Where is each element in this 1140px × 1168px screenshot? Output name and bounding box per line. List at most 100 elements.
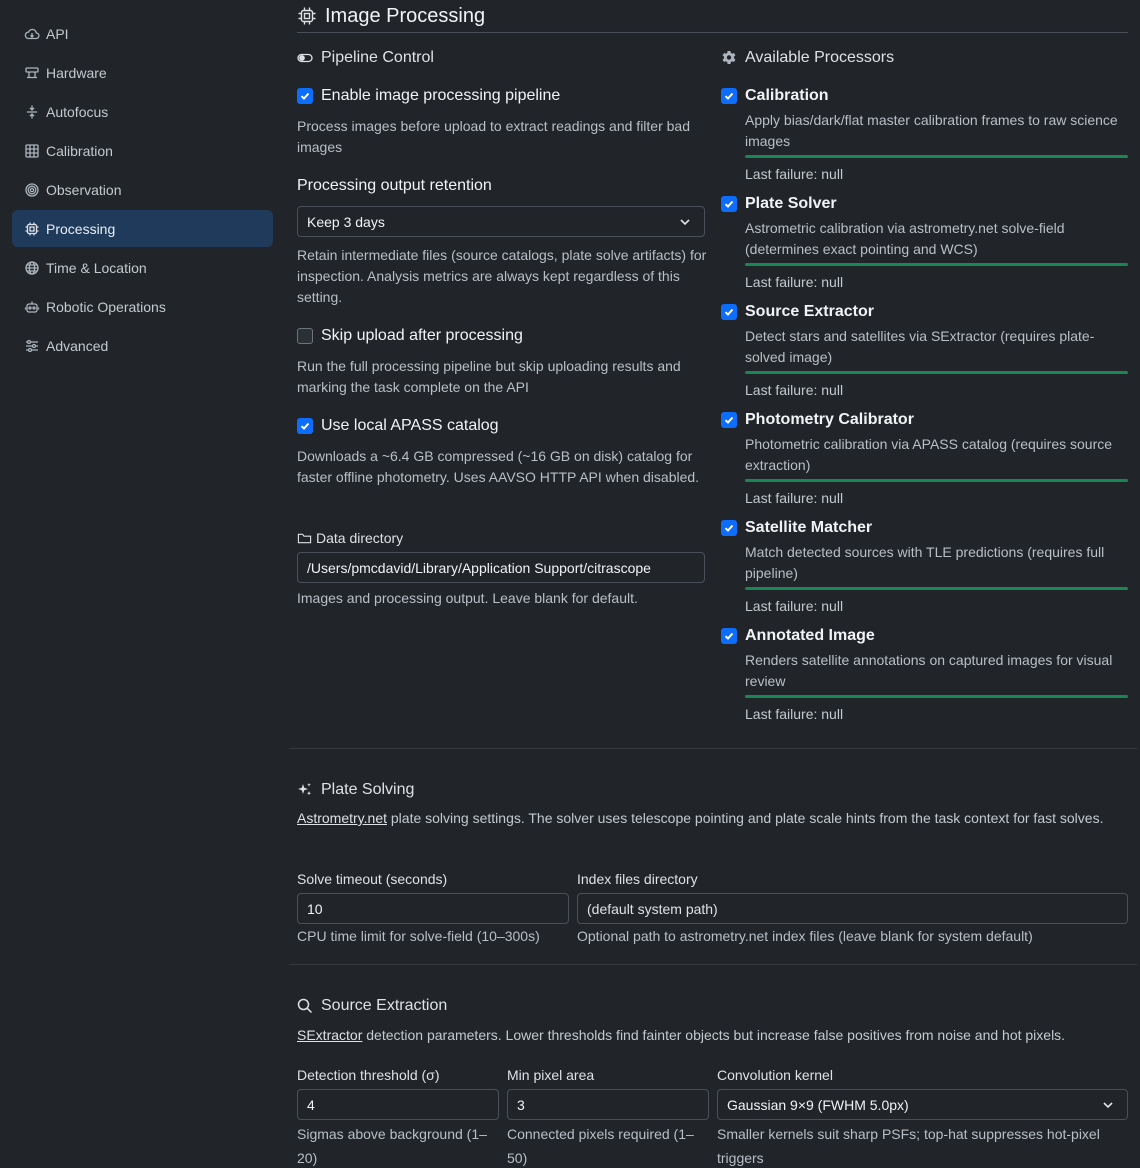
sidebar-item-hardware[interactable]: Hardware (12, 54, 273, 91)
apass-label: Use local APASS catalog (321, 417, 499, 434)
plate-solving-title: Plate Solving (297, 781, 414, 799)
convolution-kernel-select[interactable]: Gaussian 9×9 (FWHM 5.0px) (717, 1089, 1128, 1120)
enable-pipeline-checkbox[interactable]: Enable image processing pipeline (297, 87, 560, 105)
plate-solving-label: Plate Solving (321, 781, 415, 798)
processor-name: Photometry Calibrator (745, 411, 914, 428)
processor-description: Detect stars and satellites via SExtract… (745, 328, 1095, 365)
sidebar-item-autofocus[interactable]: Autofocus (12, 93, 273, 130)
processor-status-bar (745, 155, 1128, 158)
processor-last-failure: Last failure: null (745, 166, 844, 182)
processor-plate-solver[interactable]: Plate Solver (721, 195, 837, 213)
sidebar-item-time-location[interactable]: Time & Location (12, 249, 273, 286)
skip-upload-label: Skip upload after processing (321, 327, 523, 344)
processor-description: Apply bias/dark/flat master calibration … (745, 112, 1118, 149)
processor-status-bar (745, 587, 1128, 590)
data-directory-input[interactable]: /Users/pmcdavid/Library/Application Supp… (297, 552, 705, 583)
solve-timeout-help: CPU time limit for solve-field (10–300s) (297, 928, 540, 944)
autofocus-icon (24, 104, 40, 120)
processor-status-bar (745, 371, 1128, 374)
processor-description: Match detected sources with TLE predicti… (745, 544, 1105, 581)
page-title: Image Processing (325, 4, 486, 27)
sidebar-item-label: Processing (46, 220, 116, 237)
checkbox-checked-icon[interactable] (721, 412, 737, 428)
checkbox-checked-icon[interactable] (721, 304, 737, 320)
sidebar-item-processing[interactable]: Processing (12, 210, 273, 247)
min-pixel-area-value: 3 (517, 1096, 525, 1113)
processor-last-failure: Last failure: null (745, 382, 844, 398)
grid-icon (24, 143, 40, 159)
processor-name: Plate Solver (745, 195, 837, 212)
sidebar-item-label: Advanced (46, 337, 109, 354)
available-processors-label: Available Processors (745, 49, 895, 66)
min-pixel-area-input[interactable]: 3 (507, 1089, 709, 1120)
processor-satellite-matcher[interactable]: Satellite Matcher (721, 519, 872, 537)
checkbox-checked-icon[interactable] (721, 628, 737, 644)
sidebar-item-advanced[interactable]: Advanced (12, 327, 273, 364)
retention-help: Retain intermediate files (source catalo… (297, 247, 707, 305)
sidebar-item-api[interactable]: API (12, 15, 273, 52)
sidebar-item-label: Calibration (46, 142, 113, 159)
index-files-input[interactable]: (default system path) (577, 893, 1128, 924)
detection-threshold-label: Detection threshold (σ) (297, 1067, 440, 1083)
processor-status-bar (745, 695, 1128, 698)
checkbox-checked-icon[interactable] (721, 88, 737, 104)
sidebar: API Hardware Autofocus Calibration Obser… (12, 15, 273, 366)
processor-calibration[interactable]: Calibration (721, 87, 829, 105)
retention-select[interactable]: Keep 3 days (297, 206, 705, 237)
checkbox-unchecked-icon[interactable] (297, 328, 313, 344)
source-extraction-label: Source Extraction (321, 997, 448, 1014)
enable-pipeline-help: Process images before upload to extract … (297, 118, 691, 155)
apass-checkbox[interactable]: Use local APASS catalog (297, 417, 499, 435)
processor-status-bar (745, 263, 1128, 266)
processor-name: Source Extractor (745, 303, 874, 320)
gear-icon (721, 50, 737, 66)
data-directory-value: /Users/pmcdavid/Library/Application Supp… (307, 559, 651, 576)
processor-annotated-image[interactable]: Annotated Image (721, 627, 875, 645)
data-directory-label: Data directory (297, 530, 403, 546)
search-icon (297, 998, 313, 1014)
plate-solving-description: Astrometry.net plate solving settings. T… (297, 808, 1117, 829)
section-divider (289, 748, 1137, 749)
data-directory-text: Data directory (316, 530, 404, 546)
sextractor-link[interactable]: SExtractor (297, 1027, 362, 1043)
checkbox-checked-icon[interactable] (297, 88, 313, 104)
sidebar-item-calibration[interactable]: Calibration (12, 132, 273, 169)
detection-threshold-value: 4 (307, 1096, 315, 1113)
cloud-icon (24, 26, 40, 42)
sidebar-item-label: API (46, 25, 69, 42)
skip-upload-checkbox[interactable]: Skip upload after processing (297, 327, 523, 345)
solve-timeout-input[interactable]: 10 (297, 893, 569, 924)
processor-name: Satellite Matcher (745, 519, 873, 536)
sidebar-item-robotic-operations[interactable]: Robotic Operations (12, 288, 273, 325)
convolution-kernel-value: Gaussian 9×9 (FWHM 5.0px) (727, 1096, 909, 1113)
sidebar-item-label: Time & Location (46, 259, 147, 276)
folder-icon (297, 531, 312, 546)
sidebar-item-observation[interactable]: Observation (12, 171, 273, 208)
skip-upload-help: Run the full processing pipeline but ski… (297, 358, 681, 395)
pipeline-control-label: Pipeline Control (321, 49, 434, 66)
sidebar-item-label: Hardware (46, 64, 107, 81)
min-pixel-area-label: Min pixel area (507, 1067, 595, 1083)
solve-timeout-value: 10 (307, 900, 323, 917)
processor-description: Photometric calibration via APASS catalo… (745, 436, 1113, 473)
index-files-placeholder: (default system path) (587, 900, 718, 917)
detection-threshold-help: Sigmas above background (1–20) (297, 1126, 487, 1166)
checkbox-checked-icon[interactable] (297, 418, 313, 434)
globe-icon (24, 260, 40, 276)
index-files-help: Optional path to astrometry.net index fi… (577, 928, 1033, 944)
source-extraction-description-text: detection parameters. Lower thresholds f… (362, 1027, 1066, 1043)
processor-description: Renders satellite annotations on capture… (745, 652, 1113, 689)
available-processors-title: Available Processors (721, 49, 894, 67)
processor-photometry-calibrator[interactable]: Photometry Calibrator (721, 411, 914, 429)
cpu-icon (24, 221, 40, 237)
sidebar-item-label: Observation (46, 181, 122, 198)
checkbox-checked-icon[interactable] (721, 196, 737, 212)
processor-last-failure: Last failure: null (745, 598, 844, 614)
detection-threshold-input[interactable]: 4 (297, 1089, 499, 1120)
astrometry-link[interactable]: Astrometry.net (297, 810, 387, 826)
pipeline-control-title: Pipeline Control (297, 49, 434, 67)
checkbox-checked-icon[interactable] (721, 520, 737, 536)
cpu-icon (297, 6, 317, 26)
source-extraction-title: Source Extraction (297, 997, 447, 1015)
processor-source-extractor[interactable]: Source Extractor (721, 303, 874, 321)
